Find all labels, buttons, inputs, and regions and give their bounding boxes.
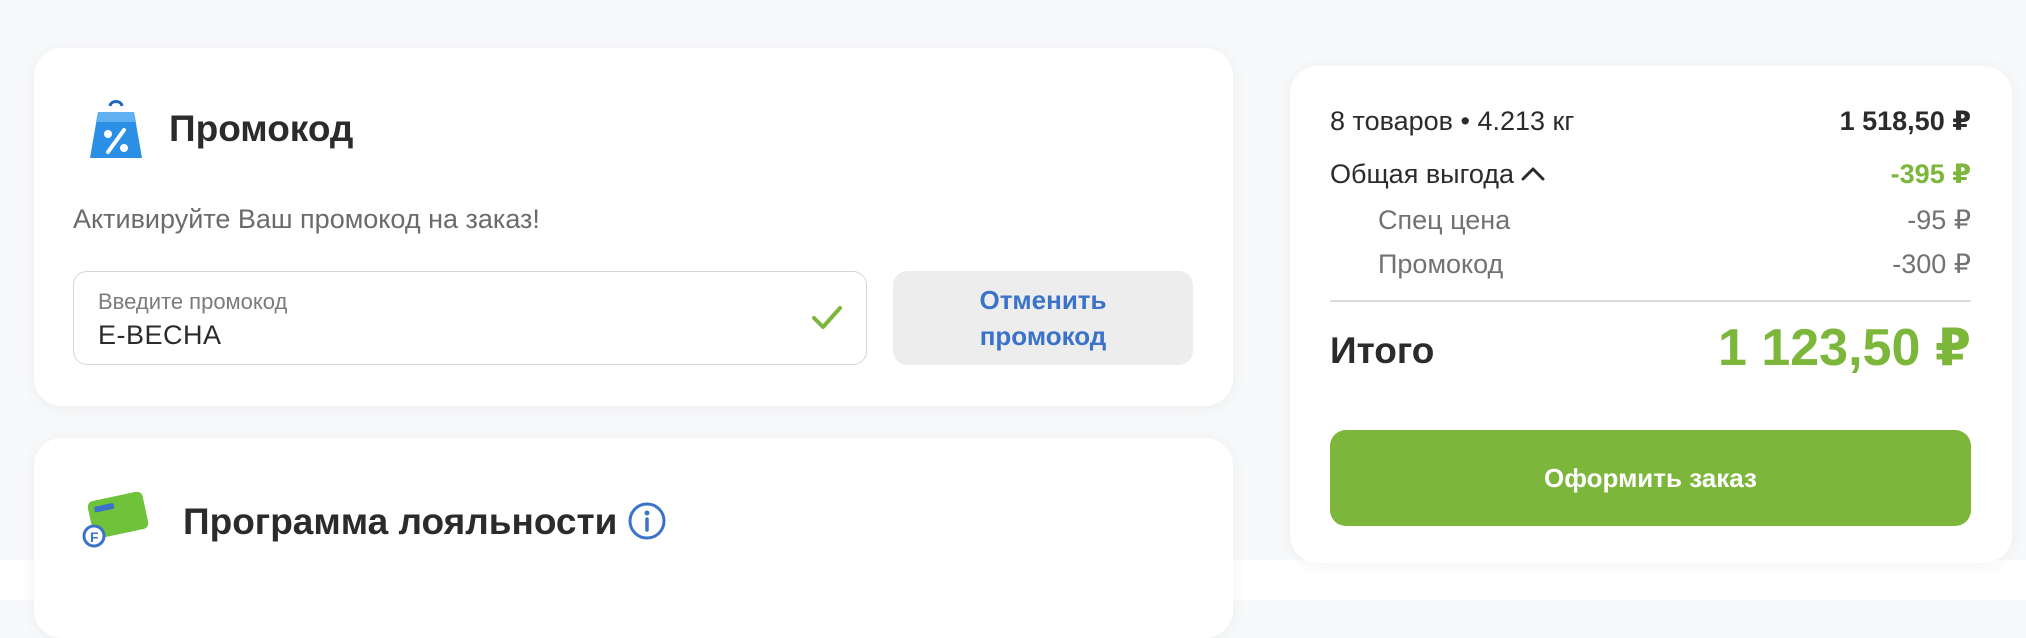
promo-discount-value: -300 ₽ [1892,249,1971,279]
promo-code-field[interactable]: Введите промокод E-ВЕСНА [73,271,867,365]
items-total-value: 1 518,50 ₽ [1839,106,1971,136]
promo-subtitle: Активируйте Ваш промокод на заказ! [73,204,540,234]
items-count-label: 8 товаров • 4.213 кг [1330,106,1575,136]
info-icon[interactable] [627,501,667,541]
loyalty-title: Программа лояльности [183,501,618,542]
total-value: 1 123,50 ₽ [1717,319,1971,377]
cancel-promo-button[interactable]: Отменить промокод [893,271,1193,365]
savings-toggle[interactable]: Общая выгода [1330,159,1546,190]
loyalty-card: F Программа лояльности [34,438,1233,638]
chevron-up-icon[interactable] [1520,166,1546,182]
loyalty-card-icon: F [82,492,149,548]
checkout-button-label: Оформить заказ [1544,462,1757,493]
special-price-label: Спец цена [1378,205,1511,235]
promo-bag-icon [90,100,142,158]
promo-discount-label: Промокод [1378,249,1504,279]
summary-divider [1330,300,1971,302]
checkmark-icon [812,306,842,329]
total-label: Итого [1330,330,1435,371]
promo-code-field-label: Введите промокод [98,289,288,314]
promo-card: Промокод Активируйте Ваш промокод на зак… [34,48,1233,406]
promo-code-value[interactable]: E-ВЕСНА [98,320,222,351]
cancel-promo-button-label: Отменить промокод [979,285,1107,351]
promo-title: Промокод [169,108,354,149]
svg-text:F: F [90,529,99,545]
order-summary-card: 8 товаров • 4.213 кг 1 518,50 ₽ Общая вы… [1290,66,2012,563]
checkout-button[interactable]: Оформить заказ [1330,430,1971,526]
savings-label: Общая выгода [1330,159,1515,189]
special-price-value: -95 ₽ [1907,205,1971,235]
savings-value: -395 ₽ [1890,159,1971,189]
